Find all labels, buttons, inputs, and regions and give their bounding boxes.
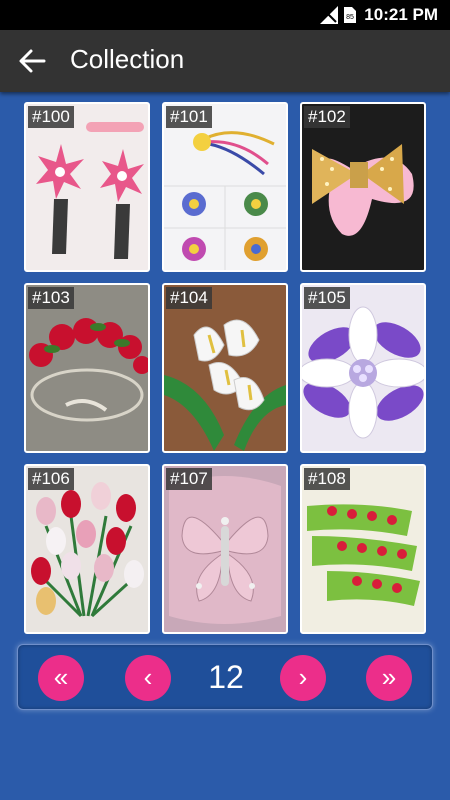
first-page-button[interactable]: « [38, 655, 84, 701]
grid-item[interactable]: #103 [24, 283, 150, 453]
pagination-bar: « ‹ 12 › » [17, 644, 433, 710]
arrow-left-icon[interactable] [18, 47, 46, 75]
app-bar: Collection [0, 30, 450, 92]
grid-item[interactable]: #102 [300, 102, 426, 272]
signal-icon [320, 6, 338, 24]
last-page-button[interactable]: » [366, 655, 412, 701]
item-number-badge: #101 [166, 106, 212, 128]
grid-item[interactable]: #105 [300, 283, 426, 453]
craft-image [26, 104, 148, 270]
craft-image [164, 466, 286, 632]
svg-text:85: 85 [346, 14, 354, 21]
craft-image [164, 104, 286, 270]
craft-image [302, 104, 424, 270]
grid-item[interactable]: #108 [300, 464, 426, 634]
previous-page-button[interactable]: ‹ [125, 655, 171, 701]
grid-item[interactable]: #106 [24, 464, 150, 634]
status-bar: 85 10:21 PM [0, 0, 450, 30]
page-title: Collection [70, 44, 185, 74]
item-number-badge: #100 [28, 106, 74, 128]
current-page-number: 12 [208, 659, 244, 695]
item-number-badge: #107 [166, 468, 212, 490]
grid-item[interactable]: #107 [162, 464, 288, 634]
next-page-button[interactable]: › [280, 655, 326, 701]
item-number-badge: #104 [166, 287, 212, 309]
sim-card-icon: 85 [344, 7, 356, 23]
grid-item[interactable]: #104 [162, 283, 288, 453]
craft-image [164, 285, 286, 451]
clock: 10:21 PM [364, 5, 438, 24]
grid-item[interactable]: #101 [162, 102, 288, 272]
item-number-badge: #102 [304, 106, 350, 128]
craft-image [302, 285, 424, 451]
craft-image [302, 466, 424, 632]
item-number-badge: #108 [304, 468, 350, 490]
craft-image [26, 466, 148, 632]
item-number-badge: #103 [28, 287, 74, 309]
item-number-badge: #105 [304, 287, 350, 309]
craft-image [26, 285, 148, 451]
grid-item[interactable]: #100 [24, 102, 150, 272]
item-number-badge: #106 [28, 468, 74, 490]
